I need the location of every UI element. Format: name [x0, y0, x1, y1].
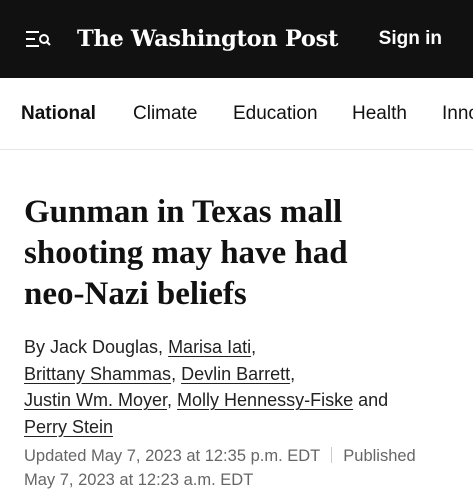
byline-line: By Jack Douglas, Marisa Iati, — [24, 334, 464, 361]
byline-separator: , — [171, 363, 182, 384]
headline-line: Gunman in Texas mall — [24, 194, 343, 230]
published-label: Published — [343, 447, 416, 465]
menu-icon — [26, 31, 51, 47]
author-link[interactable]: Justin Wm. Moyer — [24, 390, 167, 410]
byline: By Jack Douglas, Marisa Iati, Brittany S… — [24, 334, 464, 440]
author-link[interactable]: Molly Hennessy-Fiske — [177, 390, 353, 410]
nav-item-national[interactable]: National — [21, 101, 96, 127]
byline-prefix: By Jack Douglas, — [24, 337, 169, 357]
article-headline: Gunman in Texas mall shooting may have h… — [24, 192, 464, 315]
section-nav: National Climate Education Health Inno — [0, 78, 473, 150]
divider — [331, 447, 333, 463]
author-link[interactable]: Devlin Barrett — [181, 364, 290, 384]
byline-conjunction: and — [353, 390, 389, 410]
author-link[interactable]: Brittany Shammas — [24, 364, 171, 384]
nav-item-education[interactable]: Education — [233, 101, 318, 127]
sign-in-button[interactable]: Sign in — [379, 22, 442, 56]
author-link[interactable]: Marisa Iati — [168, 337, 251, 357]
byline-line: Brittany Shammas, Devlin Barrett, — [24, 361, 464, 388]
menu-button[interactable] — [20, 26, 54, 52]
nav-item-health[interactable]: Health — [352, 101, 407, 127]
published-timestamp: May 7, 2023 at 12:23 a.m. EDT — [24, 471, 254, 489]
site-header: The Washington Post Sign in — [0, 0, 473, 78]
site-logo[interactable]: The Washington Post — [77, 19, 338, 59]
author-link[interactable]: Perry Stein — [24, 417, 113, 437]
updated-timestamp: Updated May 7, 2023 at 12:35 p.m. EDT — [24, 447, 321, 465]
date-line: Updated May 7, 2023 at 12:35 p.m. EDT Pub… — [24, 444, 464, 468]
headline-line: shooting may have had — [24, 235, 348, 271]
byline-line: Justin Wm. Moyer, Molly Hennessy-Fiske a… — [24, 387, 464, 414]
byline-separator: , — [251, 337, 257, 357]
nav-item-climate[interactable]: Climate — [133, 101, 197, 127]
byline-separator: , — [167, 390, 178, 410]
nav-item-innovations[interactable]: Inno — [442, 101, 473, 127]
headline-line: neo-Nazi beliefs — [24, 276, 247, 312]
byline-line: Perry Stein — [24, 414, 464, 441]
byline-separator: , — [290, 363, 296, 384]
article-dates: Updated May 7, 2023 at 12:35 p.m. EDT Pub… — [24, 444, 464, 492]
